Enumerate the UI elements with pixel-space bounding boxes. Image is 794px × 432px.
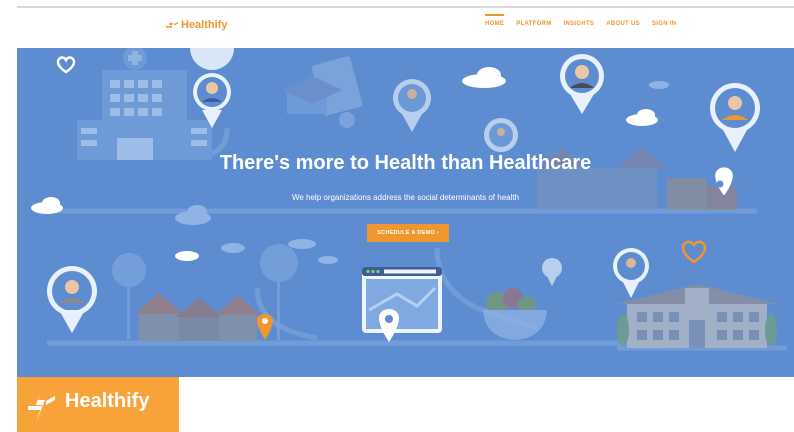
nav-home[interactable]: HOME: [485, 14, 505, 27]
house-icon: [135, 293, 261, 341]
main-nav: HOME PLATFORM INSIGHTS ABOUT US SIGN IN: [485, 14, 676, 27]
brand-logo-tile: Healthify: [17, 377, 179, 432]
healthify-logo-icon: [28, 385, 55, 423]
header-logo[interactable]: Healthify: [165, 17, 227, 33]
heart-icon: [56, 56, 76, 74]
building-icon: [617, 284, 777, 348]
nav-platform[interactable]: PLATFORM: [516, 21, 551, 27]
diploma-icon: [282, 56, 363, 128]
nav-about-us[interactable]: ABOUT US: [606, 21, 640, 27]
site-header: Healthify HOME PLATFORM INSIGHTS ABOUT U…: [17, 8, 794, 48]
schedule-demo-button[interactable]: SCHEDULE A DEMO ›: [367, 224, 449, 242]
hero-title: There's more to Health than Healthcare: [219, 152, 592, 174]
nav-insights[interactable]: INSIGHTS: [564, 21, 595, 27]
hero-subtitle: We help organizations address the social…: [291, 193, 520, 202]
header-logo-text: Healthify: [181, 19, 228, 31]
healthify-logo-icon: [166, 17, 178, 33]
person-pin-icon: [190, 48, 235, 128]
brand-logo-text: Healthify: [65, 390, 150, 412]
salad-bowl-icon: [483, 288, 547, 340]
hero-illustration: [31, 48, 787, 351]
nav-sign-in[interactable]: SIGN IN: [652, 21, 676, 27]
hospital-icon: [77, 48, 212, 160]
browser-map-icon: [362, 267, 442, 342]
hero-banner: There's more to Health than Healthcare W…: [17, 48, 794, 377]
